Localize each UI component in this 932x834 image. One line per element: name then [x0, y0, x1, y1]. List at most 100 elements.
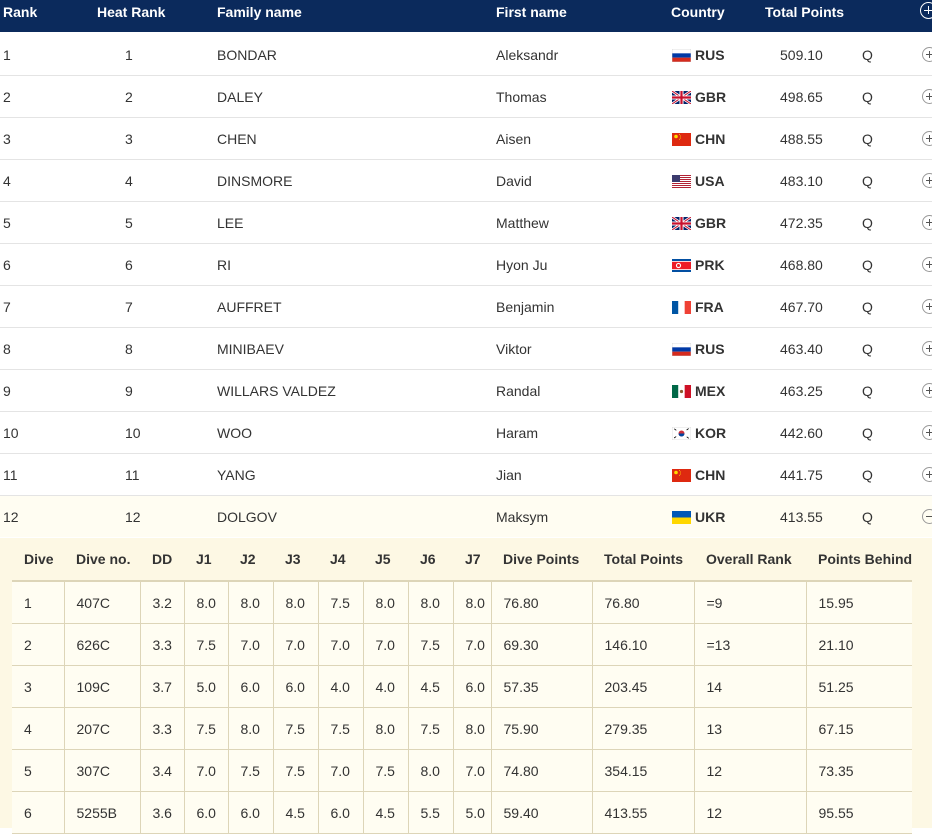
dive-cell: 7.5: [408, 623, 454, 666]
total-points-cell: 467.70: [780, 299, 823, 315]
family-name-cell: WOO: [217, 425, 252, 441]
first-name-cell: David: [496, 173, 532, 189]
expand-icon[interactable]: [922, 341, 932, 356]
dive-cell: 7.0: [453, 749, 492, 792]
chn-flag-icon: [672, 133, 691, 146]
dive-cell: 7.5: [273, 749, 319, 792]
heat-rank-cell: 9: [125, 383, 133, 399]
heat-rank-cell: 11: [125, 467, 140, 483]
expand-icon[interactable]: [922, 47, 932, 62]
expand-icon[interactable]: [922, 257, 932, 272]
qualification-cell: Q: [862, 89, 873, 105]
rank-cell: 10: [3, 425, 19, 441]
qualification-cell: Q: [862, 215, 873, 231]
collapse-icon[interactable]: [922, 509, 932, 524]
result-row[interactable]: 10 10 WOO Haram KOR 442.60 Q: [0, 412, 932, 454]
dive-cell: 8.0: [228, 581, 274, 624]
rus-flag-icon: [672, 343, 691, 356]
result-row[interactable]: 11 11 YANG Jian CHN 441.75 Q: [0, 454, 932, 496]
family-name-cell: DINSMORE: [217, 173, 293, 189]
family-name-cell: BONDAR: [217, 47, 277, 63]
dive-header-cell: DD: [140, 538, 184, 582]
dive-header-cell: J4: [318, 538, 363, 582]
result-row[interactable]: 4 4 DINSMORE David USA 483.10 Q: [0, 160, 932, 202]
dive-cell: 7.0: [318, 749, 364, 792]
expand-all-icon[interactable]: [920, 2, 932, 19]
dive-cell: 8.0: [184, 581, 229, 624]
kor-flag-icon: [672, 427, 691, 440]
heat-rank-cell: 4: [125, 173, 133, 189]
expand-icon[interactable]: [922, 131, 932, 146]
qualification-cell: Q: [862, 425, 873, 441]
dive-cell: 4.0: [363, 665, 409, 708]
dive-header-cell: J7: [453, 538, 491, 582]
first-name-cell: Randal: [496, 383, 541, 399]
result-row[interactable]: 6 6 RI Hyon Ju PRK 468.80 Q: [0, 244, 932, 286]
dive-cell: =9: [694, 581, 807, 624]
result-row[interactable]: 3 3 CHEN Aisen CHN 488.55 Q: [0, 118, 932, 160]
dive-cell: 7.0: [228, 623, 274, 666]
result-row[interactable]: 1 1 BONDAR Aleksandr RUS 509.10 Q: [0, 34, 932, 76]
header-first-name[interactable]: First name: [496, 4, 567, 20]
rank-cell: 1: [3, 47, 11, 63]
dive-cell: 7.0: [273, 623, 319, 666]
expand-icon[interactable]: [922, 425, 932, 440]
dive-cell: 15.95: [806, 581, 913, 624]
total-points-cell: 483.10: [780, 173, 823, 189]
expand-icon[interactable]: [922, 173, 932, 188]
total-points-cell: 463.25: [780, 383, 823, 399]
usa-flag-icon: [672, 175, 691, 188]
dive-cell: 6.0: [453, 665, 492, 708]
dive-cell: 14: [694, 665, 807, 708]
first-name-cell: Benjamin: [496, 299, 555, 315]
result-row[interactable]: 2 2 DALEY Thomas GBR 498.65 Q: [0, 76, 932, 118]
dive-row: 2 626C 3.3 7.5 7.0 7.0 7.0 7.0 7.5 7.0 69.30 146.10…: [12, 623, 913, 666]
expand-icon[interactable]: [922, 299, 932, 314]
dive-cell: 6.0: [228, 665, 274, 708]
rus-flag-icon: [672, 49, 691, 62]
rank-cell: 7: [3, 299, 11, 315]
qualification-cell: Q: [862, 173, 873, 189]
dive-cell: 4.0: [318, 665, 364, 708]
result-row[interactable]: 7 7 AUFFRET Benjamin FRA 467.70 Q: [0, 286, 932, 328]
dive-cell: 3.4: [140, 749, 185, 792]
result-row[interactable]: 9 9 WILLARS VALDEZ Randal MEX 463.25 Q: [0, 370, 932, 412]
dive-cell: 3: [12, 665, 65, 708]
dive-cell: 307C: [64, 749, 141, 792]
dive-cell: 3.6: [140, 791, 185, 834]
dive-header-cell: Dive: [12, 538, 64, 582]
dive-cell: 95.55: [806, 791, 913, 834]
result-row[interactable]: 5 5 LEE Matthew GBR 472.35 Q: [0, 202, 932, 244]
dive-header-cell: Dive no.: [64, 538, 140, 582]
family-name-cell: DALEY: [217, 89, 263, 105]
dive-header-cell: J5: [363, 538, 408, 582]
dive-cell: 7.5: [408, 707, 454, 750]
dive-cell: 8.0: [453, 581, 492, 624]
country-code-cell: RUS: [695, 47, 725, 63]
header-country[interactable]: Country: [671, 4, 725, 20]
header-total-points[interactable]: Total Points: [765, 4, 844, 20]
rank-cell: 2: [3, 89, 11, 105]
heat-rank-cell: 5: [125, 215, 133, 231]
rank-cell: 12: [3, 509, 19, 525]
result-row[interactable]: 12 12 DOLGOV Maksym UKR 413.55 Q: [0, 496, 932, 537]
expand-icon[interactable]: [922, 215, 932, 230]
expand-icon[interactable]: [922, 89, 932, 104]
dive-header-cell: Points Behind: [806, 538, 913, 582]
header-heat-rank[interactable]: Heat Rank: [97, 4, 165, 20]
heat-rank-cell: 8: [125, 341, 133, 357]
family-name-cell: DOLGOV: [217, 509, 277, 525]
dive-cell: 8.0: [363, 707, 409, 750]
header-family-name[interactable]: Family name: [217, 4, 302, 20]
expand-icon[interactable]: [922, 383, 932, 398]
result-row[interactable]: 8 8 MINIBAEV Viktor RUS 463.40 Q: [0, 328, 932, 370]
dive-cell: 6.0: [273, 665, 319, 708]
total-points-cell: 463.40: [780, 341, 823, 357]
dive-cell: 8.0: [408, 581, 454, 624]
dive-cell: 5.5: [408, 791, 454, 834]
dive-cell: =13: [694, 623, 807, 666]
dive-header-cell: J3: [273, 538, 318, 582]
header-rank[interactable]: Rank: [3, 4, 37, 20]
dive-cell: 12: [694, 749, 807, 792]
expand-icon[interactable]: [922, 467, 932, 482]
